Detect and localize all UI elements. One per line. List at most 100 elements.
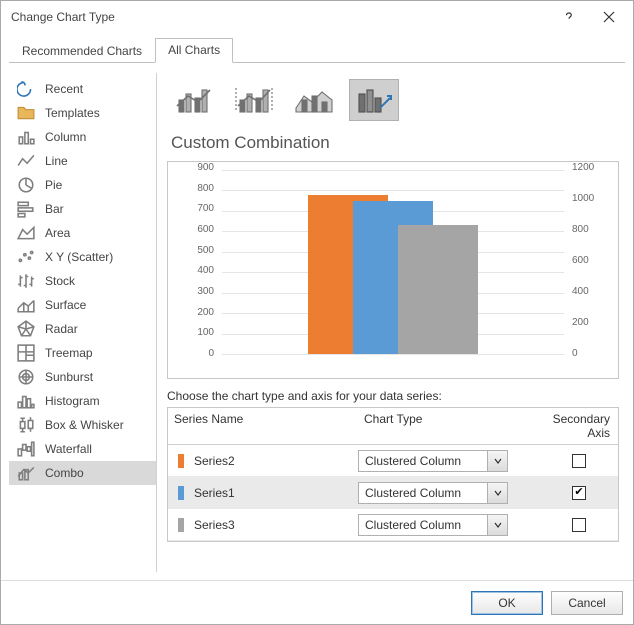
sunburst-icon — [17, 369, 35, 385]
series-instruction: Choose the chart type and axis for your … — [167, 389, 619, 403]
sidebar-item-templates[interactable]: Templates — [9, 101, 156, 125]
series-name-label: Series1 — [194, 486, 358, 500]
subtype-stacked-area-column[interactable] — [289, 79, 339, 121]
header-series-name: Series Name — [168, 408, 358, 444]
series-swatch — [178, 518, 184, 532]
area-icon — [17, 225, 35, 241]
series-grid-header: Series Name Chart Type Secondary Axis — [168, 408, 618, 445]
sidebar-item-area[interactable]: Area — [9, 221, 156, 245]
axis-tick: 700 — [178, 204, 214, 214]
stock-icon — [17, 273, 35, 289]
pie-icon — [17, 177, 35, 193]
sidebar-item-label: Column — [45, 130, 86, 144]
sidebar-item-recent[interactable]: Recent — [9, 77, 156, 101]
tab-all-charts[interactable]: All Charts — [155, 38, 233, 63]
column-icon — [17, 129, 35, 145]
change-chart-type-dialog: Change Chart Type Recommended Charts All… — [0, 0, 634, 625]
axis-tick: 500 — [178, 246, 214, 256]
surface-icon — [17, 297, 35, 313]
sidebar-item-label: Templates — [45, 106, 100, 120]
sidebar-item-bar[interactable]: Bar — [9, 197, 156, 221]
combo-icon — [17, 465, 35, 481]
axis-tick: 0 — [178, 349, 214, 359]
right-axis: 020040060080010001200 — [568, 168, 608, 354]
series-name-label: Series3 — [194, 518, 358, 532]
series-row[interactable]: Series1Clustered Column — [168, 477, 618, 509]
sidebar-item-waterfall[interactable]: Waterfall — [9, 437, 156, 461]
sidebar-item-stock[interactable]: Stock — [9, 269, 156, 293]
plot-area — [222, 170, 564, 354]
chart-type-dropdown[interactable]: Clustered Column — [358, 482, 508, 504]
axis-tick: 400 — [178, 266, 214, 276]
axis-tick: 1200 — [572, 163, 608, 173]
subtype-clustered-column-line[interactable] — [169, 79, 219, 121]
series-row[interactable]: Series2Clustered Column — [168, 445, 618, 477]
sidebar-item-treemap[interactable]: Treemap — [9, 341, 156, 365]
axis-tick: 100 — [178, 328, 214, 338]
line-icon — [17, 153, 35, 169]
recent-icon — [17, 81, 35, 97]
header-secondary-axis: Secondary Axis — [528, 408, 618, 444]
axis-tick: 600 — [572, 256, 608, 266]
series-swatch — [178, 454, 184, 468]
series-grid: Series Name Chart Type Secondary Axis Se… — [167, 407, 619, 542]
chevron-down-icon[interactable] — [487, 451, 507, 471]
chart-type-sidebar: Recent Templates Column Line Pie Bar AreaX Y (… — [9, 73, 157, 572]
sidebar-item-line[interactable]: Line — [9, 149, 156, 173]
treemap-icon — [17, 345, 35, 361]
chart-type-dropdown[interactable]: Clustered Column — [358, 450, 508, 472]
sidebar-item-scatter[interactable]: X Y (Scatter) — [9, 245, 156, 269]
scatter-icon — [17, 249, 35, 265]
chevron-down-icon[interactable] — [487, 515, 507, 535]
series-row[interactable]: Series3Clustered Column — [168, 509, 618, 541]
axis-tick: 300 — [178, 287, 214, 297]
subtype-custom-combination[interactable] — [349, 79, 399, 121]
bar-Series3 — [398, 225, 478, 354]
axis-tick: 600 — [178, 225, 214, 235]
cancel-button[interactable]: Cancel — [551, 591, 623, 615]
ok-button[interactable]: OK — [471, 591, 543, 615]
bar-icon — [17, 201, 35, 217]
sidebar-item-label: Bar — [45, 202, 64, 216]
sidebar-item-label: Stock — [45, 274, 75, 288]
chevron-down-icon[interactable] — [487, 483, 507, 503]
tab-strip: Recommended Charts All Charts — [9, 37, 625, 63]
sidebar-item-label: Waterfall — [45, 442, 92, 456]
waterfall-icon — [17, 441, 35, 457]
sidebar-item-radar[interactable]: Radar — [9, 317, 156, 341]
sidebar-item-pie[interactable]: Pie — [9, 173, 156, 197]
sidebar-item-column[interactable]: Column — [9, 125, 156, 149]
sidebar-item-label: Sunburst — [45, 370, 93, 384]
sidebar-item-combo[interactable]: Combo — [9, 461, 156, 485]
chart-type-value: Clustered Column — [359, 483, 487, 503]
chart-preview: 0100200300400500600700800900 02004006008… — [167, 161, 619, 379]
sidebar-item-label: Radar — [45, 322, 78, 336]
sidebar-item-label: Pie — [45, 178, 62, 192]
secondary-axis-checkbox[interactable] — [572, 486, 586, 500]
sidebar-item-label: Treemap — [45, 346, 93, 360]
subtype-clustered-column-line-secondary[interactable] — [229, 79, 279, 121]
chart-type-dropdown[interactable]: Clustered Column — [358, 514, 508, 536]
sidebar-item-surface[interactable]: Surface — [9, 293, 156, 317]
sidebar-item-label: Line — [45, 154, 68, 168]
left-axis: 0100200300400500600700800900 — [178, 168, 218, 354]
tab-recommended[interactable]: Recommended Charts — [9, 39, 155, 63]
templates-icon — [17, 105, 35, 121]
sidebar-item-sunburst[interactable]: Sunburst — [9, 365, 156, 389]
secondary-axis-checkbox[interactable] — [572, 518, 586, 532]
sidebar-item-label: Histogram — [45, 394, 100, 408]
help-button[interactable] — [549, 3, 589, 31]
close-button[interactable] — [589, 3, 629, 31]
dialog-title: Change Chart Type — [11, 10, 549, 24]
chart-subtype-title: Custom Combination — [171, 133, 619, 153]
secondary-axis-checkbox[interactable] — [572, 454, 586, 468]
box-icon — [17, 417, 35, 433]
sidebar-item-label: Surface — [45, 298, 86, 312]
title-bar: Change Chart Type — [1, 1, 633, 33]
sidebar-item-histogram[interactable]: Histogram — [9, 389, 156, 413]
dialog-content: Recent Templates Column Line Pie Bar AreaX Y (… — [1, 63, 633, 580]
sidebar-item-box[interactable]: Box & Whisker — [9, 413, 156, 437]
axis-tick: 900 — [178, 163, 214, 173]
sidebar-item-label: Box & Whisker — [45, 418, 124, 432]
sidebar-item-label: Combo — [45, 466, 84, 480]
